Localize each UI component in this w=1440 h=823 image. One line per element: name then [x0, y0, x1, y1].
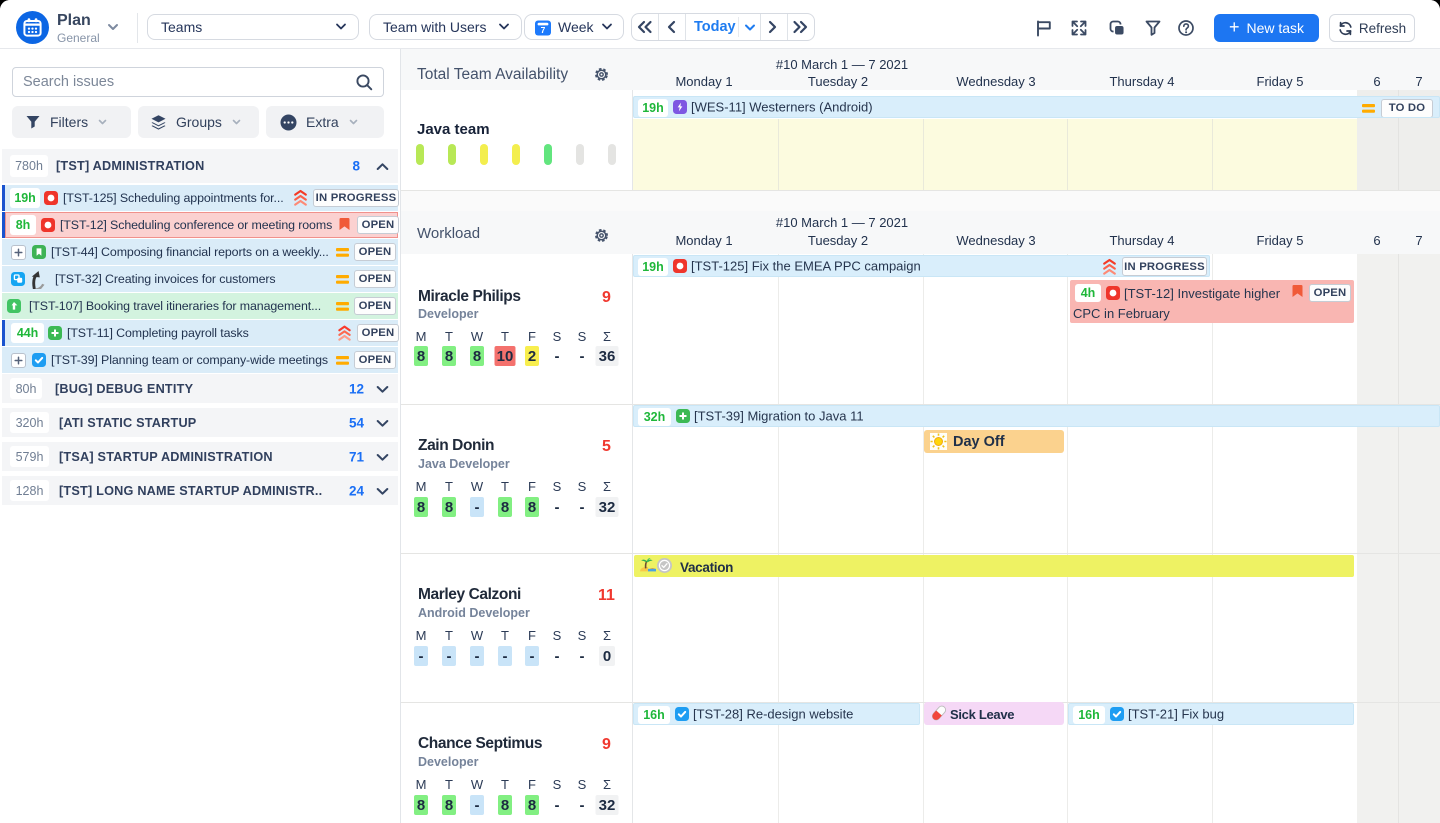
svg-text:7: 7	[541, 24, 546, 34]
